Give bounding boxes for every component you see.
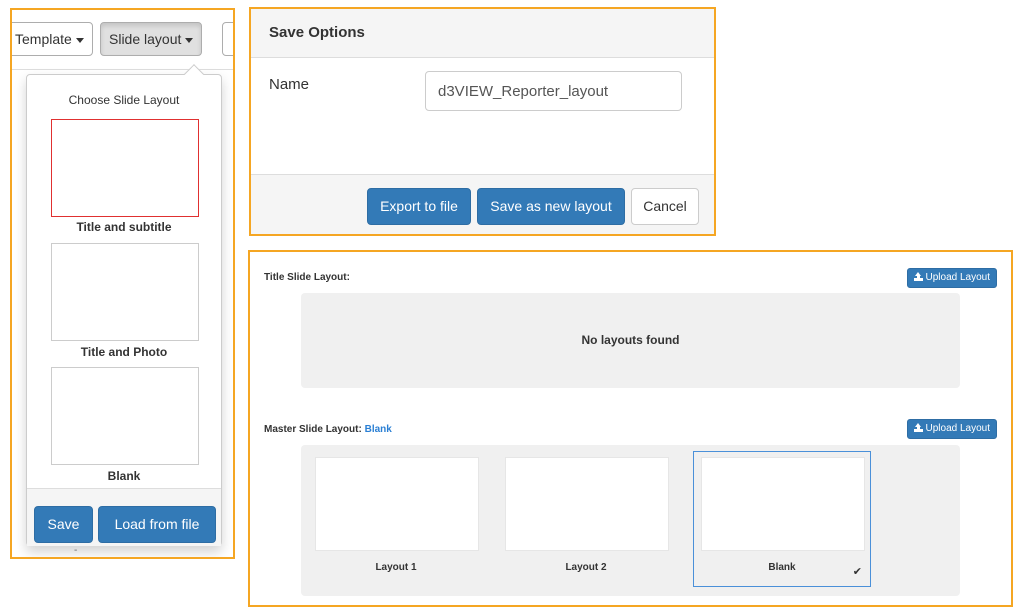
below-dropdown-mark: -: [74, 545, 78, 556]
master-layout-card[interactable]: Layout 2: [497, 451, 675, 587]
title-slide-layout-text: Title Slide Layout:: [264, 272, 350, 283]
layout-thumbnail: [701, 457, 865, 551]
slide-layout-button-label: Slide layout: [109, 31, 182, 47]
toolbar-next-button[interactable]: [222, 22, 233, 56]
upload-title-layout-button[interactable]: Upload Layout: [906, 268, 997, 288]
save-options-footer: Export to file Save as new layout Cancel: [251, 174, 714, 234]
dropdown-footer: Save Load from file: [27, 488, 221, 546]
layout-thumbnail: [315, 457, 479, 551]
layout-card-label: Layout 2: [565, 562, 607, 573]
caret-down-icon: [185, 37, 194, 43]
upload-label: Upload Layout: [925, 423, 991, 434]
name-label: Name: [269, 76, 310, 93]
master-layout-card[interactable]: Layout 1: [307, 451, 485, 587]
upload-label: Upload Layout: [925, 272, 991, 283]
layout-option-label: Title and Photo: [80, 345, 168, 359]
layout-name-input[interactable]: [425, 71, 682, 111]
layout-option-label: Blank: [107, 469, 141, 483]
title-slide-layout-label: Title Slide Layout:: [264, 272, 350, 283]
title-layouts-well: No layouts found: [301, 293, 960, 388]
caret-down-icon: [75, 37, 84, 43]
layout-thumbnail: [505, 457, 669, 551]
cancel-button[interactable]: Cancel: [631, 188, 699, 225]
save-button[interactable]: Save: [34, 506, 93, 543]
master-slide-layout-text: Master Slide Layout:: [264, 424, 362, 435]
layouts-management-panel: Title Slide Layout: Upload Layout No lay…: [248, 250, 1013, 607]
save-options-header: Save Options: [251, 9, 714, 58]
export-to-file-button[interactable]: Export to file: [367, 188, 471, 225]
no-layouts-message: No layouts found: [581, 333, 680, 347]
current-master-layout-link[interactable]: Blank: [365, 424, 392, 435]
layout-card-label: Blank: [768, 562, 796, 573]
layout-option-blank[interactable]: [51, 367, 199, 465]
save-options-dialog: Save Options Name Export to file Save as…: [249, 7, 716, 236]
upload-master-layout-button[interactable]: Upload Layout: [906, 419, 997, 439]
layout-card-label: Layout 1: [375, 562, 417, 573]
layout-option-title-and-subtitle[interactable]: [51, 119, 199, 217]
upload-icon: [914, 423, 923, 432]
master-layouts-well: Layout 1 Layout 2 Blank ✔: [301, 445, 960, 596]
upload-icon: [914, 272, 923, 281]
template-dropdown-button[interactable]: Template: [12, 22, 93, 56]
checkmark-icon: ✔: [852, 565, 862, 578]
layout-option-label: Title and subtitle: [76, 220, 172, 234]
save-options-title: Save Options: [269, 24, 365, 41]
layout-option-title-and-photo[interactable]: [51, 243, 199, 341]
master-layout-card-selected[interactable]: Blank ✔: [693, 451, 871, 587]
master-slide-layout-label: Master Slide Layout: Blank: [264, 424, 392, 435]
toolbar: Template Slide layout: [12, 10, 233, 70]
load-from-file-button[interactable]: Load from file: [98, 506, 216, 543]
slide-layout-dropdown-button[interactable]: Slide layout: [100, 22, 203, 56]
slide-layout-panel: Template Slide layout Choose Slide Layou…: [10, 8, 235, 559]
dropdown-title: Choose Slide Layout: [68, 93, 180, 107]
save-as-new-layout-button[interactable]: Save as new layout: [477, 188, 625, 225]
template-button-label: Template: [15, 31, 72, 47]
slide-layout-dropdown-menu: Choose Slide Layout Title and subtitle T…: [26, 64, 222, 546]
